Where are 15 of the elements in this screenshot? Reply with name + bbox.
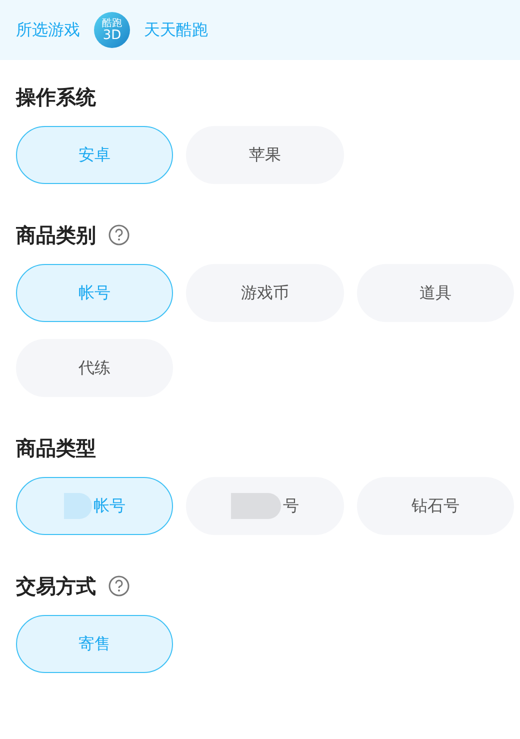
help-icon[interactable] [108,575,130,597]
game-name: 天天酷跑 [144,19,208,41]
section-title: 操作系统 [16,84,96,111]
option-chip[interactable]: 游戏币 [186,264,344,322]
option-chip[interactable]: 苹果 [186,126,344,184]
option-chip[interactable]: 道具 [356,264,514,322]
game-icon: 酷跑 3D [94,12,130,48]
section-title: 商品类型 [16,435,96,462]
option-chip[interactable]: 号 [186,477,344,535]
section-title: 交易方式 [16,573,96,600]
option-chip[interactable]: 代练 [16,339,174,397]
help-icon[interactable] [108,224,130,246]
header-label: 所选游戏 [16,19,80,41]
section-title: 商品类别 [16,222,96,249]
option-chip[interactable]: 钻石号 [356,477,514,535]
